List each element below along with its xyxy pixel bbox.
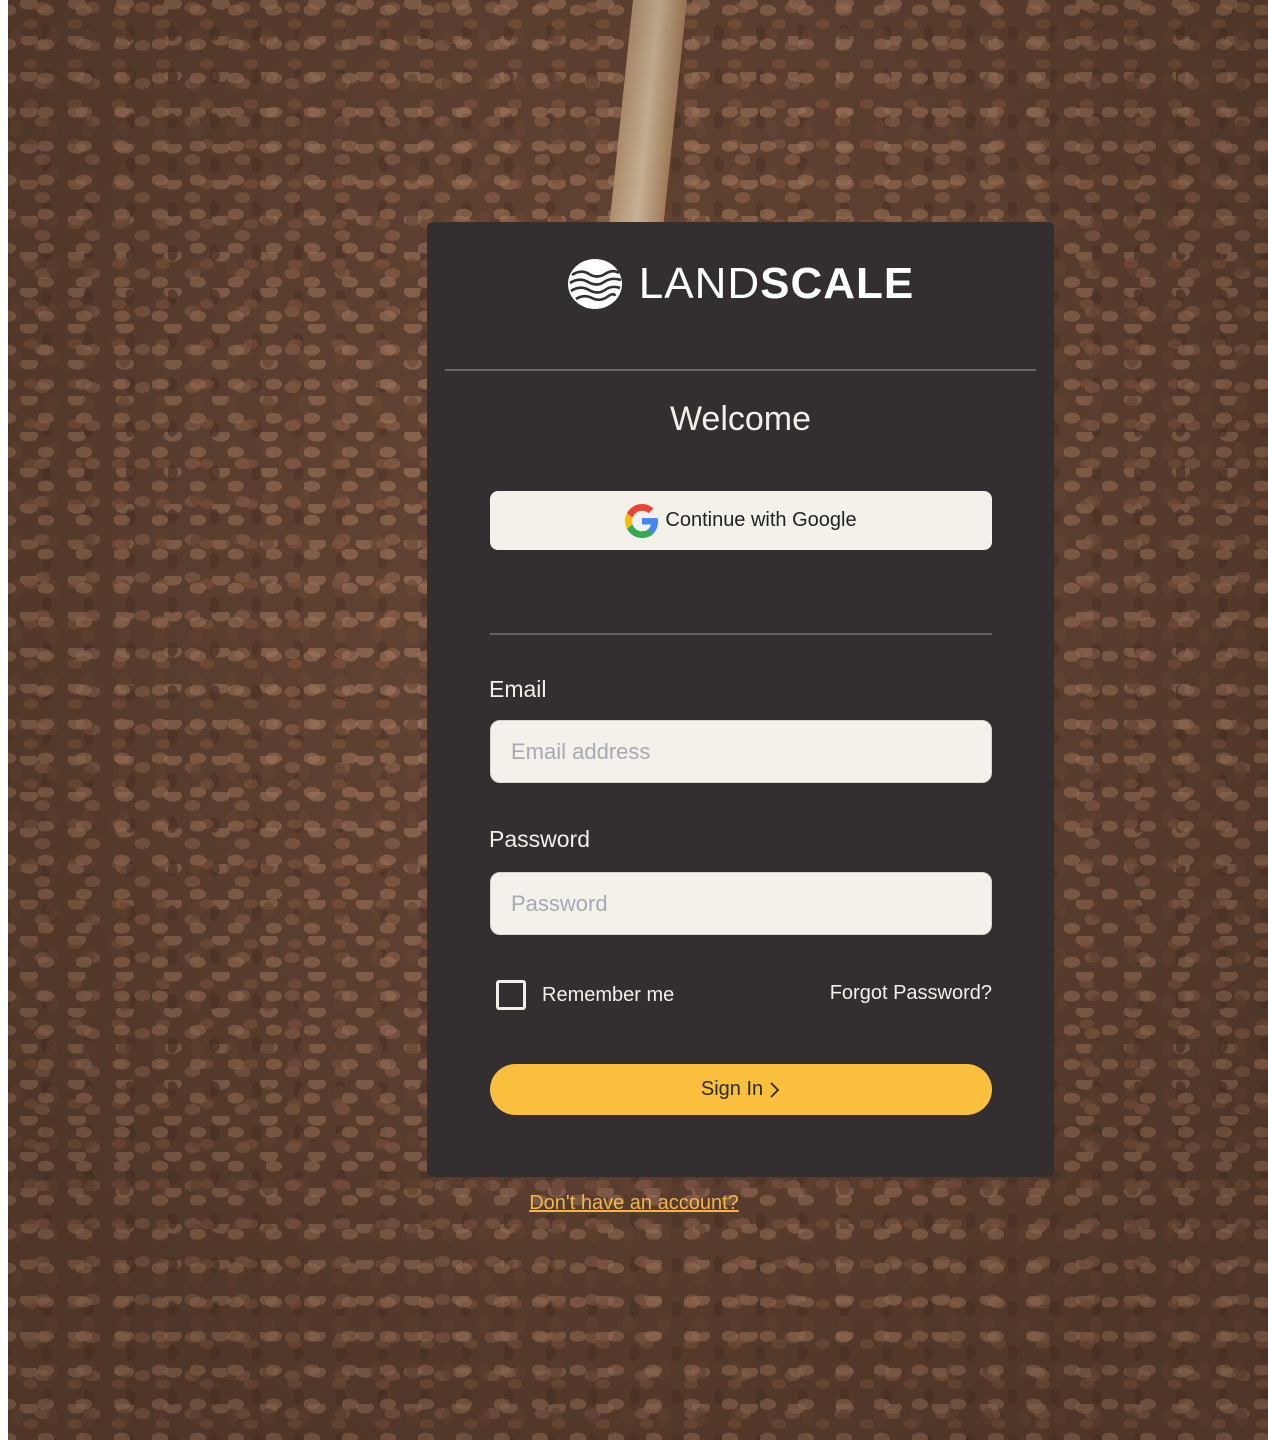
page-title: Welcome: [669, 400, 812, 438]
sign-in-label: Sign In: [700, 1078, 764, 1100]
page-edge: [0, 0, 8, 1440]
chevron-right-icon: [770, 1081, 780, 1098]
password-field[interactable]: [490, 872, 992, 935]
password-label: Password: [489, 826, 590, 852]
email-label: Email: [489, 676, 547, 702]
landscale-wave-logo-icon: [567, 259, 622, 309]
brand-name-bold: SCALE: [760, 259, 915, 308]
login-card: LANDSCALE Welcome Continue with Google E…: [427, 222, 1054, 1177]
google-g-icon: [625, 503, 659, 538]
header-divider: [445, 369, 1036, 371]
email-field[interactable]: [490, 720, 992, 783]
remember-me-label: Remember me: [542, 983, 675, 1006]
brand-name-light: LAND: [638, 259, 761, 308]
sign-in-button[interactable]: Sign In: [490, 1064, 992, 1115]
forgot-password-link[interactable]: Forgot Password?: [829, 982, 992, 1005]
continue-with-google-button[interactable]: Continue with Google: [490, 491, 992, 550]
brand-logo: LANDSCALE: [427, 258, 1054, 310]
remember-me-row: Remember me: [496, 980, 674, 1010]
section-divider: [490, 633, 992, 635]
brand-name: LANDSCALE: [639, 258, 915, 310]
remember-me-checkbox[interactable]: [496, 980, 526, 1010]
signup-link[interactable]: Don't have an account?: [0, 1192, 1268, 1215]
google-button-label: Continue with Google: [665, 509, 857, 531]
